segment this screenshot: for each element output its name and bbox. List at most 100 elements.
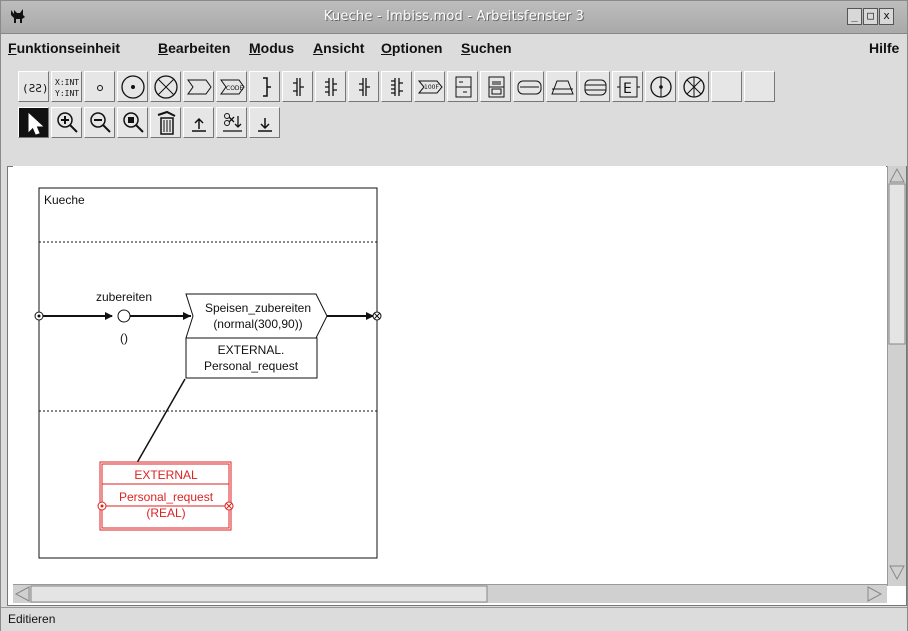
- edge-label: zubereiten: [96, 290, 152, 304]
- stacked-rect-icon: [584, 79, 607, 96]
- circle-cross-icon: [154, 75, 178, 99]
- resource-group[interactable]: EXTERNAL Personal_request (REAL): [97, 461, 234, 531]
- scroll-right-arrow-icon[interactable]: [867, 586, 883, 602]
- tool-double-bracket[interactable]: [282, 71, 313, 102]
- menu-bar: Funktionseinheit Bearbeiten Modus Ansich…: [1, 35, 907, 61]
- cut-down-icon: [223, 113, 242, 132]
- svg-text:Y:INT: Y:INT: [55, 89, 79, 98]
- tool-zoom-in[interactable]: [51, 107, 82, 138]
- tool-rounded-rect[interactable]: [513, 71, 544, 102]
- tool-stacked-rect[interactable]: [579, 71, 610, 102]
- vscroll-thumb[interactable]: [888, 183, 906, 345]
- tool-up-arrow[interactable]: [183, 107, 214, 138]
- menu-accel: B: [158, 40, 169, 56]
- diagram-canvas[interactable]: Kueche zubereiten () Speisen_zubereiten …: [13, 166, 886, 583]
- tool-cut-down[interactable]: [216, 107, 247, 138]
- svg-text:CODE: CODE: [226, 85, 244, 92]
- tool-blank-1[interactable]: [711, 71, 742, 102]
- menu-ansicht[interactable]: Ansicht: [313, 40, 364, 56]
- menu-accel: M: [249, 40, 261, 56]
- zoom-fit-icon: [123, 112, 144, 133]
- scroll-down-arrow-icon[interactable]: [889, 565, 905, 581]
- scroll-left-arrow-icon[interactable]: [14, 586, 30, 602]
- tool-split-box-alt[interactable]: [480, 71, 511, 102]
- quad-bracket-icon: [391, 78, 403, 96]
- tool-small-circle[interactable]: [84, 71, 115, 102]
- e-box-icon: E: [617, 76, 640, 98]
- split-box-alt-icon: [488, 76, 505, 98]
- maximize-button[interactable]: □: [863, 8, 878, 25]
- bracket-pair-icon: [359, 78, 370, 96]
- tool-bracket-pair[interactable]: [348, 71, 379, 102]
- resource-type: (REAL): [146, 506, 185, 520]
- double-bracket-icon: [293, 78, 304, 96]
- rounded-rect-icon: [517, 80, 542, 95]
- menu-rest: earbeiten: [168, 40, 231, 56]
- chevron-box-icon: [187, 79, 212, 95]
- menu-suchen[interactable]: Suchen: [461, 40, 512, 56]
- menu-modus[interactable]: Modus: [249, 40, 294, 56]
- tool-pointer[interactable]: [18, 107, 49, 138]
- tool-chevron-code[interactable]: CODE: [216, 71, 247, 102]
- resource-in-port-dot: [100, 504, 104, 508]
- svg-text:E: E: [623, 81, 632, 97]
- process-external-line2: Personal_request: [204, 359, 299, 373]
- tool-chevron-100[interactable]: 100F: [414, 71, 445, 102]
- menu-rest: odus: [260, 40, 295, 56]
- tool-chevron-box[interactable]: [183, 71, 214, 102]
- tool-bracket[interactable]: [249, 71, 280, 102]
- lambda-signature-icon: (ƧƧ): [22, 82, 48, 95]
- title-bar[interactable]: Kueche - Imbiss.mod - Arbeitsfenster 3 _…: [1, 1, 907, 34]
- pointer-icon: [28, 112, 44, 135]
- tool-circle-dot[interactable]: [117, 71, 148, 102]
- menu-rest: uchen: [470, 40, 512, 56]
- tool-trash[interactable]: [150, 107, 181, 138]
- menu-hilfe[interactable]: Hilfe: [869, 40, 899, 56]
- circle-plus-icon: [650, 76, 672, 98]
- tool-zoom-out[interactable]: [84, 107, 115, 138]
- svg-text:X:INT: X:INT: [55, 78, 79, 87]
- tool-signature[interactable]: (ƧƧ): [18, 71, 49, 102]
- vscroll-graphics: [888, 167, 906, 581]
- tool-triple-bracket[interactable]: [315, 71, 346, 102]
- tool-circle-cross[interactable]: [150, 71, 181, 102]
- zoom-out-icon: [90, 112, 111, 133]
- menu-accel: O: [381, 40, 392, 56]
- tool-down-arrow[interactable]: [249, 107, 280, 138]
- resource-header: EXTERNAL: [134, 468, 198, 482]
- menu-accel: S: [461, 40, 471, 56]
- circle-dot-icon: [121, 75, 145, 99]
- status-bar: Editieren: [1, 607, 907, 631]
- tool-trapezoid[interactable]: [546, 71, 577, 102]
- triple-bracket-icon: [325, 78, 337, 96]
- scroll-up-arrow-icon[interactable]: [889, 167, 905, 183]
- tool-circle-star[interactable]: [678, 71, 709, 102]
- minimize-button[interactable]: _: [847, 8, 862, 25]
- tool-xy-int[interactable]: X:INT Y:INT: [51, 71, 82, 102]
- tool-circle-plus[interactable]: [645, 71, 676, 102]
- application-window: Kueche - Imbiss.mod - Arbeitsfenster 3 _…: [0, 0, 908, 631]
- tool-e-box[interactable]: E: [612, 71, 643, 102]
- menu-optionen[interactable]: Optionen: [381, 40, 442, 56]
- chevron-100-icon: 100F: [417, 80, 443, 94]
- tool-quad-bracket[interactable]: [381, 71, 412, 102]
- menu-rest: nsicht: [323, 40, 365, 56]
- place-node[interactable]: [117, 309, 131, 323]
- trapezoid-icon: [551, 80, 574, 95]
- menu-rest: ptionen: [391, 40, 443, 56]
- edge-value: (): [120, 331, 128, 345]
- tool-split-box[interactable]: [447, 71, 478, 102]
- menu-bearbeiten[interactable]: Bearbeiten: [158, 40, 230, 56]
- bracket-icon: [263, 77, 271, 97]
- hscroll-thumb[interactable]: [30, 585, 488, 603]
- tool-blank-2[interactable]: [744, 71, 775, 102]
- down-arrow-icon: [258, 118, 272, 132]
- horizontal-scrollbar[interactable]: [13, 584, 887, 603]
- close-button[interactable]: x: [879, 8, 894, 25]
- menu-accel: A: [313, 40, 324, 56]
- vertical-scrollbar[interactable]: [887, 166, 906, 586]
- split-box-icon: [455, 76, 472, 98]
- menu-funktionseinheit[interactable]: Funktionseinheit: [8, 40, 120, 56]
- menu-rest: unktionseinheit: [16, 40, 121, 56]
- tool-zoom-fit[interactable]: [117, 107, 148, 138]
